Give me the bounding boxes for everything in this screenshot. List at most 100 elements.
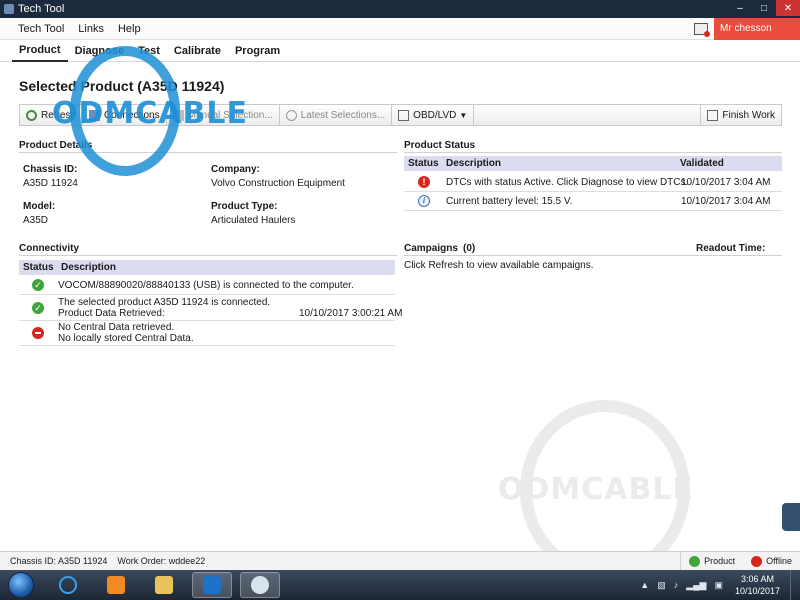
connectivity-row-time: 10/10/2017 3:00:21 AM [299, 308, 403, 319]
chassis-id-label: Chassis ID: [23, 164, 78, 175]
tab-program[interactable]: Program [228, 40, 287, 62]
browser-icon [59, 576, 77, 594]
connectivity-row-text: VOCOM/88890020/88840133 (USB) is connect… [58, 280, 354, 291]
menu-help[interactable]: Help [111, 23, 148, 35]
column-header-description: Description [446, 158, 502, 169]
company-value: Volvo Construction Equipment [211, 178, 345, 189]
status-bar: Chassis ID: A35D 11924 Work Order: wddee… [0, 551, 800, 571]
teamviewer-icon [203, 576, 221, 594]
taskbar-tech-tool[interactable] [240, 572, 280, 598]
user-name: Mr chesson [720, 23, 772, 34]
show-desktop-button[interactable] [790, 570, 800, 600]
connectivity-row-subtext: Product Data Retrieved: [58, 308, 165, 319]
tab-product[interactable]: Product [12, 40, 68, 62]
taskbar-clock[interactable]: 3:06 AM 10/10/2017 [735, 573, 780, 597]
status-chassis-id: Chassis ID: A35D 11924 [10, 556, 108, 566]
connection-status-area: Product Offline [680, 551, 800, 571]
model-label: Model: [23, 201, 56, 212]
status-row-description: DTCs with status Active. Click Diagnose … [446, 177, 689, 188]
campaigns-title: Campaigns [404, 243, 458, 254]
menu-bar: Tech Tool Links Help Mr chesson [0, 17, 800, 40]
product-status-header: Status Description Validated [404, 156, 782, 171]
column-header-status: Status [23, 262, 54, 273]
window-title: Tech Tool [18, 3, 65, 15]
stop-icon [32, 327, 44, 339]
maximize-icon[interactable]: □ [752, 0, 776, 16]
connectivity-row-text: The selected product A35D 11924 is conne… [58, 297, 271, 308]
row-divider [404, 191, 782, 192]
folder-icon [155, 576, 173, 594]
readout-time-label: Readout Time: [696, 243, 766, 254]
clock-date: 10/10/2017 [734, 586, 780, 596]
user-button[interactable]: Mr chesson [714, 17, 800, 40]
connectivity-row-text: No Central Data retrieved. [58, 322, 175, 333]
company-label: Company: [211, 164, 260, 175]
row-divider [19, 345, 395, 346]
connectivity-title: Connectivity [19, 243, 80, 254]
media-player-icon [107, 576, 125, 594]
latest-selections-button[interactable]: Latest Selections... [280, 105, 393, 125]
product-type-value: Articulated Haulers [211, 215, 296, 226]
taskbar-teamviewer[interactable] [192, 572, 232, 598]
refresh-icon [26, 109, 37, 121]
clock-time: 3:06 AM [740, 574, 774, 584]
start-button[interactable] [8, 572, 34, 598]
ok-icon [689, 555, 701, 567]
connectivity-row-subtext: No locally stored Central Data. [58, 333, 194, 344]
taskbar-file-explorer[interactable] [144, 572, 184, 598]
tech-tool-icon [251, 576, 269, 594]
ok-icon: ✓ [32, 302, 44, 314]
speaker-icon[interactable]: ♪ [674, 580, 679, 590]
row-divider [19, 320, 395, 321]
ok-icon: ✓ [32, 279, 44, 291]
print-alert-icon[interactable] [694, 22, 710, 37]
network-icon[interactable]: ▣ [714, 580, 723, 591]
section-divider [19, 255, 397, 256]
show-hidden-icons-icon[interactable]: ▲ [640, 580, 649, 590]
minimize-icon[interactable]: – [728, 0, 752, 16]
watermark-logo: ODMCABLE [498, 472, 694, 507]
close-icon[interactable]: ✕ [776, 0, 800, 16]
stop-icon [751, 555, 763, 567]
row-divider [19, 294, 395, 295]
menu-links[interactable]: Links [71, 23, 111, 35]
status-row-validated: 10/10/2017 3:04 AM [681, 177, 771, 188]
chassis-id-value: A35D 11924 [23, 178, 78, 189]
watermark-logo: ODMCABLE [52, 96, 248, 131]
section-divider [404, 152, 782, 153]
system-tray: ▲ ▧ ♪ ▂▄▆ ▣ 3:06 AM 10/10/2017 [636, 570, 800, 600]
side-panel-handle[interactable] [782, 503, 800, 531]
window-controls: – □ ✕ [728, 0, 800, 18]
product-status-title: Product Status [404, 140, 476, 151]
finish-work-icon [707, 109, 719, 121]
obd-lvd-dropdown[interactable]: OBD/LVD ▼ [392, 105, 475, 125]
model-value: A35D [23, 215, 49, 226]
chevron-down-icon: ▼ [459, 110, 468, 120]
offline-status-indicator[interactable]: Offline [743, 555, 800, 567]
obd-icon [398, 109, 410, 121]
column-header-description: Description [61, 262, 117, 273]
section-divider [404, 255, 782, 256]
taskbar-media-player[interactable] [96, 572, 136, 598]
product-status-indicator[interactable]: Product [681, 555, 743, 567]
status-row-description: Current battery level: 15.5 V. [446, 196, 573, 207]
status-row-validated: 10/10/2017 3:04 AM [681, 196, 771, 207]
campaigns-count: (0) [463, 243, 476, 254]
error-icon: ! [418, 176, 430, 188]
taskbar-internet-explorer[interactable] [48, 572, 88, 598]
finish-work-button[interactable]: Finish Work [700, 105, 781, 125]
campaigns-message: Click Refresh to view available campaign… [404, 260, 594, 271]
windows-taskbar: ▲ ▧ ♪ ▂▄▆ ▣ 3:06 AM 10/10/2017 [0, 570, 800, 600]
window-titlebar: Tech Tool – □ ✕ [0, 0, 800, 18]
status-work-order: Work Order: wddee22 [117, 556, 206, 566]
info-icon: i [418, 195, 430, 207]
device-icon[interactable]: ▧ [657, 580, 666, 591]
column-header-status: Status [408, 158, 439, 169]
tab-calibrate[interactable]: Calibrate [167, 40, 228, 62]
section-divider [19, 152, 397, 153]
column-header-validated: Validated [680, 158, 724, 169]
signal-icon[interactable]: ▂▄▆ [686, 580, 706, 591]
menu-tech-tool[interactable]: Tech Tool [0, 23, 71, 35]
product-type-label: Product Type: [211, 201, 278, 212]
row-divider [404, 210, 782, 211]
